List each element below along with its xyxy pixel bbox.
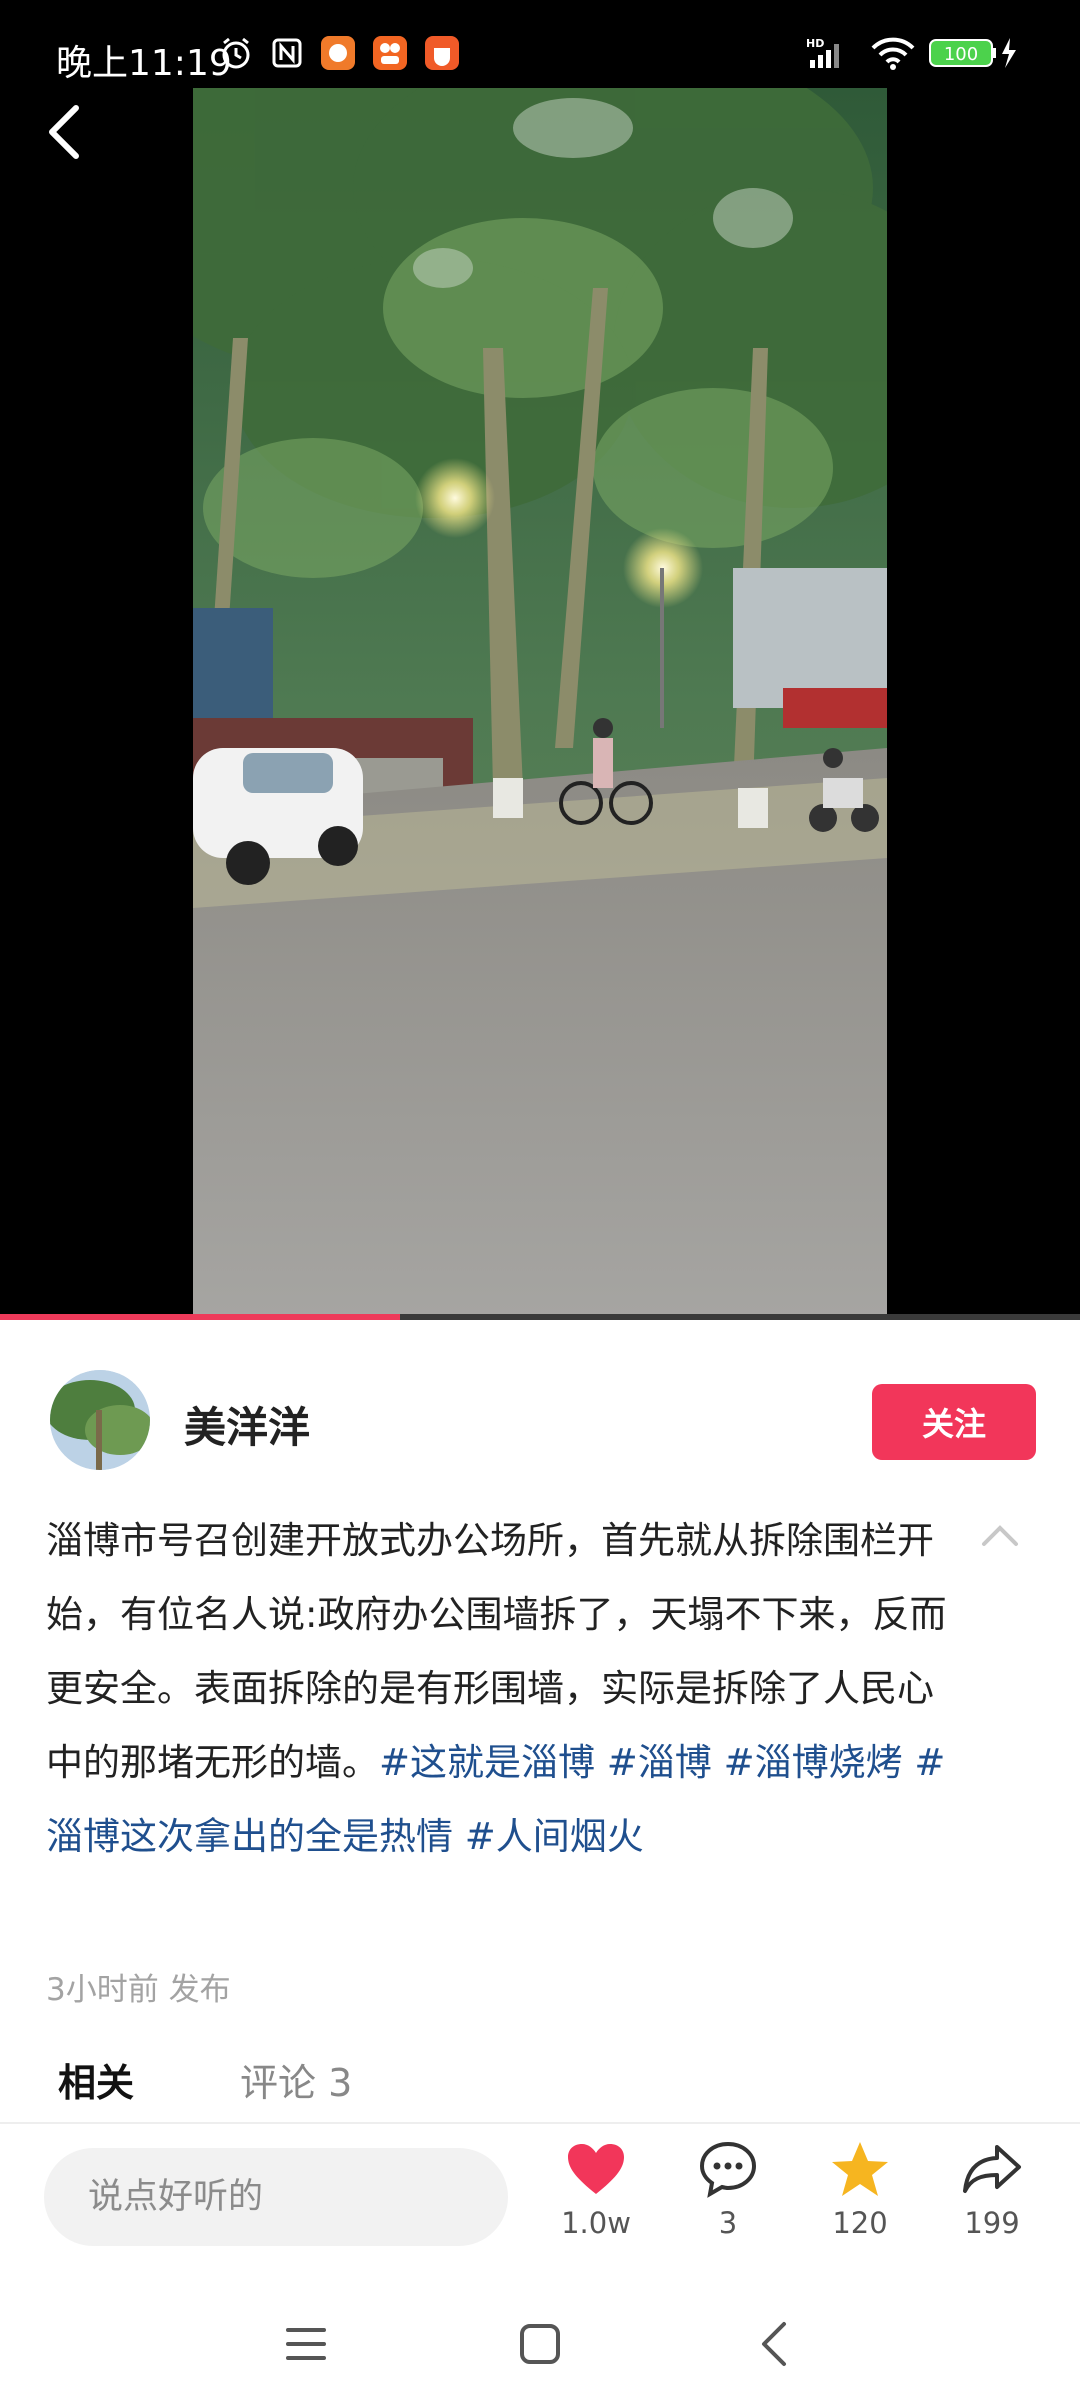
app-icon: [424, 36, 460, 70]
nfc-icon: [270, 36, 304, 70]
menu-nav-button[interactable]: [276, 2314, 336, 2374]
avatar[interactable]: [50, 1370, 150, 1470]
post-timestamp: 3小时前 发布: [46, 1972, 231, 2008]
battery-icon: 100: [928, 36, 1020, 70]
back-icon: [49, 105, 79, 159]
tab-comments[interactable]: 评论 3: [240, 2052, 352, 2107]
video-progress-bar[interactable]: [0, 1314, 1080, 1320]
status-time: 晚上11:19: [56, 43, 232, 84]
hashtag-link[interactable]: #淄博烧烤: [724, 1741, 903, 1784]
app-icon: [372, 36, 408, 70]
comment-input[interactable]: 说点好听的: [44, 2148, 508, 2246]
comment-button[interactable]: 3: [678, 2136, 778, 2256]
home-nav-icon: [520, 2324, 560, 2364]
home-nav-button[interactable]: [510, 2314, 570, 2374]
comment-count: 3: [718, 2206, 738, 2240]
hashtag-link[interactable]: #这就是淄博: [379, 1741, 595, 1784]
hashtag-link[interactable]: #人间烟火: [465, 1815, 644, 1858]
svg-text:100: 100: [944, 44, 978, 65]
app-icon: [320, 36, 356, 70]
favorite-count: 120: [832, 2206, 888, 2240]
author-name[interactable]: 美洋洋: [184, 1394, 310, 1455]
back-button[interactable]: [36, 100, 92, 164]
share-button[interactable]: 199: [942, 2136, 1042, 2256]
share-count: 199: [964, 2206, 1020, 2240]
collapse-icon[interactable]: [976, 1516, 1024, 1552]
wifi-icon: [868, 36, 918, 70]
star-icon: [810, 2136, 910, 2202]
follow-button[interactable]: 关注: [872, 1384, 1036, 1460]
back-nav-icon: [762, 2322, 786, 2366]
video-player[interactable]: [0, 0, 1080, 1320]
back-nav-button[interactable]: [744, 2314, 804, 2374]
hashtag-link[interactable]: #淄博: [607, 1741, 712, 1784]
like-button[interactable]: 1.0w: [546, 2136, 646, 2256]
like-count: 1.0w: [561, 2206, 631, 2240]
favorite-button[interactable]: 120: [810, 2136, 910, 2256]
post-caption: 淄博市号召创建开放式办公场所，首先就从拆除围栏开始，有位名人说:政府办公围墙拆了…: [46, 1504, 966, 1874]
tab-related[interactable]: 相关: [58, 2052, 134, 2107]
share-icon: [942, 2136, 1042, 2202]
menu-nav-icon: [286, 2328, 326, 2360]
video-frame[interactable]: [193, 88, 887, 1320]
status-bar: 晚上11:19 HD 100: [0, 0, 1080, 88]
alarm-icon: [218, 36, 254, 70]
video-progress-fill: [0, 1314, 400, 1320]
comment-icon: [678, 2136, 778, 2202]
heart-icon: [546, 2136, 646, 2202]
system-nav-bar: [0, 2290, 1080, 2400]
divider: [0, 2122, 1080, 2124]
svg-text:HD: HD: [806, 37, 824, 50]
signal-icon: HD: [806, 36, 856, 70]
